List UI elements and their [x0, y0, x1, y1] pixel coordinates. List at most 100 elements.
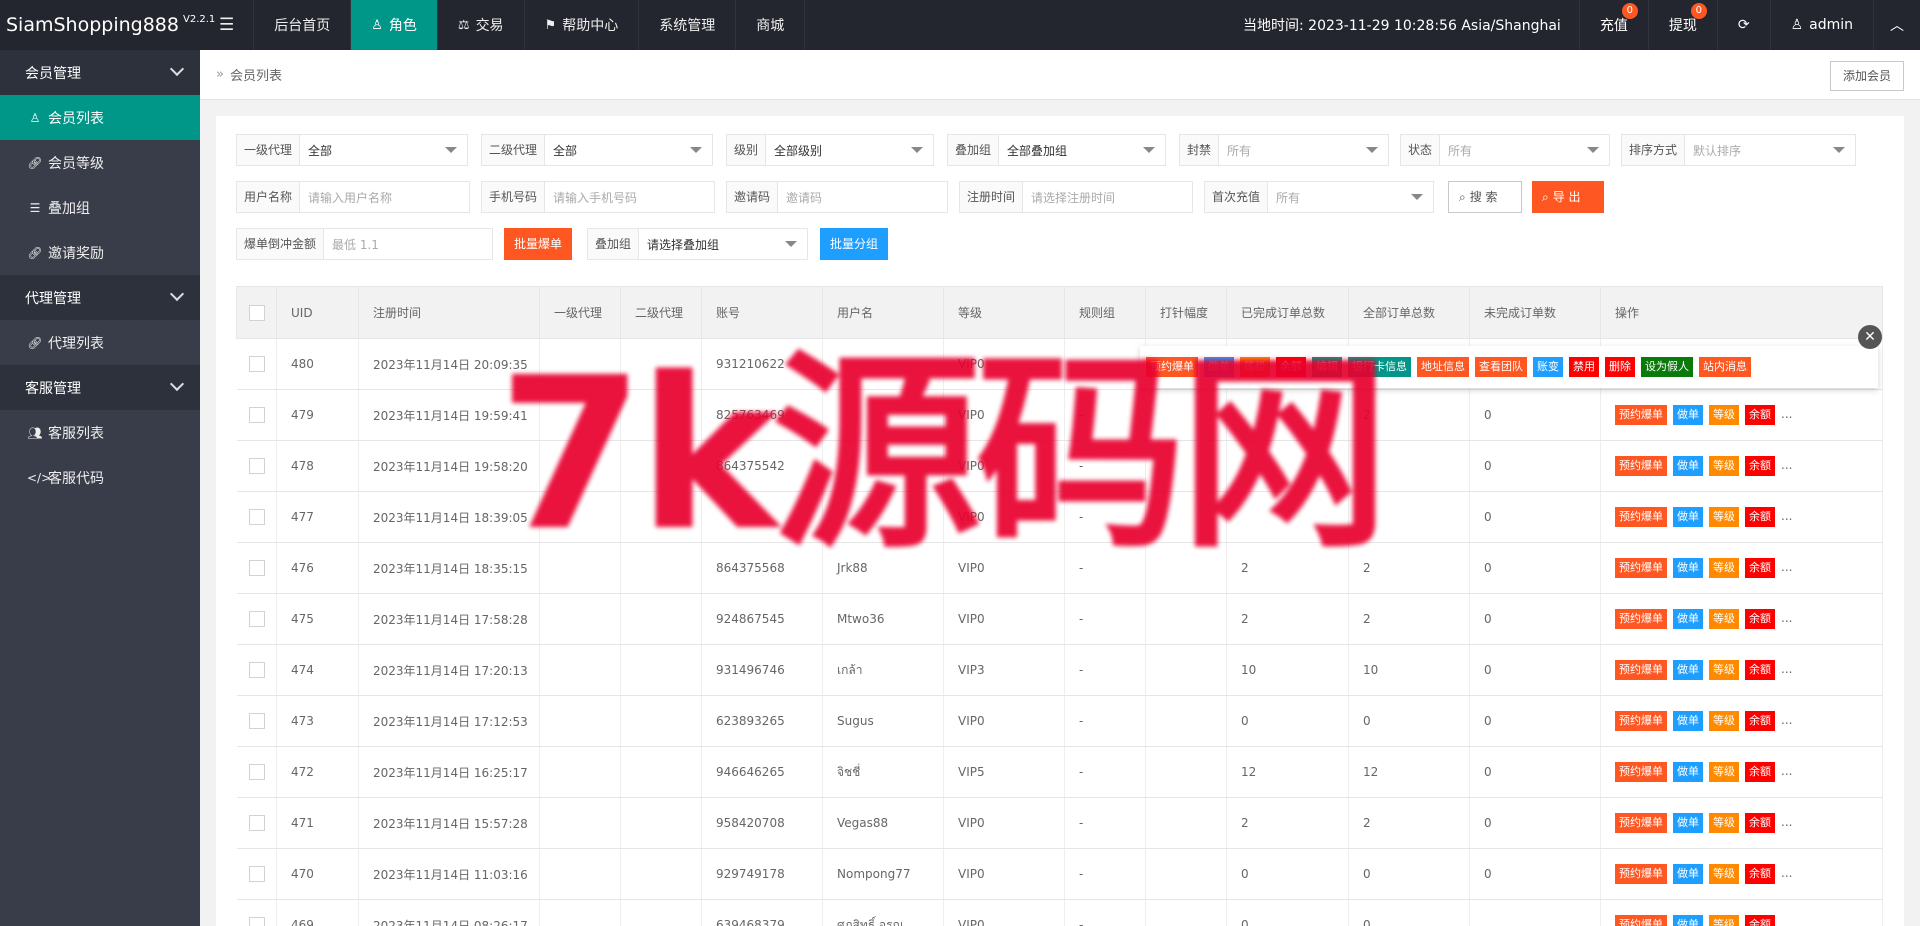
balance-button[interactable]: 余额: [1745, 813, 1775, 833]
level-button[interactable]: 等级: [1709, 609, 1739, 629]
make-order-button[interactable]: 做单: [1673, 813, 1703, 833]
collapse-icon[interactable]: ︿: [1873, 0, 1920, 50]
reserve-burst-button[interactable]: 预约爆单: [1615, 405, 1667, 425]
agent2-select[interactable]: 二级代理 全部: [481, 134, 713, 166]
more-actions-icon[interactable]: ...: [1781, 407, 1792, 421]
more-actions-icon[interactable]: ...: [1781, 458, 1792, 472]
row-checkbox[interactable]: [236, 695, 277, 747]
level-button[interactable]: 等级: [1709, 711, 1739, 731]
recharge-link[interactable]: 充值 0: [1578, 0, 1648, 50]
row-checkbox[interactable]: [236, 644, 277, 696]
reserve-burst-button[interactable]: 预约爆单: [1615, 711, 1667, 731]
balance-button[interactable]: 余额: [1745, 456, 1775, 476]
export-button[interactable]: ⌕ 导 出: [1532, 181, 1604, 213]
delete-button[interactable]: 删除: [1605, 357, 1635, 377]
make-order-button[interactable]: 做单: [1673, 507, 1703, 527]
make-order-button[interactable]: 做单: [1673, 609, 1703, 629]
more-actions-icon[interactable]: ...: [1781, 866, 1792, 880]
sort-select[interactable]: 排序方式 默认排序: [1621, 134, 1856, 166]
register-time-input[interactable]: 注册时间 请选择注册时间: [959, 181, 1193, 213]
message-button[interactable]: 站内消息: [1699, 357, 1751, 377]
nav-trade[interactable]: ⚖ 交易: [438, 0, 525, 50]
sidebar-item-support-list[interactable]: 👥︎ 客服列表: [0, 410, 200, 455]
make-order-button[interactable]: 做单: [1673, 915, 1703, 926]
row-checkbox[interactable]: [236, 848, 277, 900]
level-button[interactable]: 等级: [1709, 762, 1739, 782]
reserve-burst-button[interactable]: 预约爆单: [1615, 507, 1667, 527]
level-button[interactable]: 等级: [1709, 456, 1739, 476]
make-order-button[interactable]: 做单: [1673, 711, 1703, 731]
level-button[interactable]: 等级: [1709, 660, 1739, 680]
level-button[interactable]: 等级: [1709, 507, 1739, 527]
sidebar-group-support[interactable]: 客服管理: [0, 365, 200, 410]
balance-button[interactable]: 余额: [1745, 507, 1775, 527]
balance-button[interactable]: 余额: [1745, 609, 1775, 629]
level-button[interactable]: 等级: [1709, 864, 1739, 884]
more-actions-icon[interactable]: ...: [1781, 917, 1792, 926]
row-checkbox[interactable]: [236, 797, 277, 849]
row-checkbox[interactable]: [236, 491, 277, 543]
sidebar-item-support-code[interactable]: </> 客服代码: [0, 455, 200, 500]
add-member-button[interactable]: 添加会员: [1829, 61, 1904, 91]
make-order-button[interactable]: 做单: [1673, 762, 1703, 782]
withdraw-link[interactable]: 提现 0: [1647, 0, 1717, 50]
balance-change-button[interactable]: 账变: [1533, 357, 1563, 377]
nav-system[interactable]: 系统管理: [639, 0, 737, 50]
batch-group-button[interactable]: 批量分组: [820, 228, 889, 260]
reserve-burst-button[interactable]: 预约爆单: [1615, 609, 1667, 629]
sidebar-item-member-list[interactable]: ♙ 会员列表: [0, 95, 200, 140]
sidebar-item-stack-group[interactable]: ☰ 叠加组: [0, 185, 200, 230]
ban-select[interactable]: 封禁 所有: [1179, 134, 1389, 166]
make-order-button[interactable]: 做单: [1673, 456, 1703, 476]
more-actions-icon[interactable]: ...: [1781, 662, 1792, 676]
balance-button[interactable]: 余额: [1745, 660, 1775, 680]
reserve-burst-button[interactable]: 预约爆单: [1615, 864, 1667, 884]
brand-logo[interactable]: SiamShopping888 V2.2.1: [0, 0, 215, 50]
disable-button[interactable]: 禁用: [1569, 357, 1599, 377]
more-actions-icon[interactable]: ...: [1781, 611, 1792, 625]
row-checkbox[interactable]: [236, 542, 277, 594]
make-order-button[interactable]: 做单: [1673, 405, 1703, 425]
select-all-checkbox[interactable]: [236, 286, 277, 339]
offset-amount-input[interactable]: 爆单倒冲金额 最低 1.1: [236, 228, 493, 260]
balance-button[interactable]: 余额: [1745, 915, 1775, 926]
make-order-button[interactable]: 做单: [1673, 864, 1703, 884]
level-button[interactable]: 等级: [1709, 813, 1739, 833]
status-select[interactable]: 状态 所有: [1400, 134, 1610, 166]
row-checkbox[interactable]: [236, 338, 277, 390]
batch-burst-button[interactable]: 批量爆单: [504, 228, 573, 260]
col-uid[interactable]: UID: [276, 286, 359, 339]
reserve-burst-button[interactable]: 预约爆单: [1615, 456, 1667, 476]
balance-button[interactable]: 余额: [1745, 405, 1775, 425]
group-assign-select[interactable]: 叠加组 请选择叠加组: [587, 228, 808, 260]
username-input[interactable]: 用户名称 请输入用户名称: [236, 181, 470, 213]
reserve-burst-button[interactable]: 预约爆单: [1615, 915, 1667, 926]
refresh-icon[interactable]: ⟳: [1716, 0, 1770, 50]
make-order-button[interactable]: 做单: [1673, 558, 1703, 578]
balance-button[interactable]: 余额: [1745, 864, 1775, 884]
nav-roles[interactable]: ♙ 角色: [351, 0, 438, 50]
user-menu[interactable]: ♙ admin: [1769, 0, 1873, 50]
make-order-button[interactable]: 做单: [1673, 660, 1703, 680]
menu-toggle-icon[interactable]: ☰: [200, 0, 255, 50]
more-actions-icon[interactable]: ...: [1781, 815, 1792, 829]
nav-help[interactable]: ⚑ 帮助中心: [525, 0, 640, 50]
balance-button[interactable]: 余额: [1745, 711, 1775, 731]
more-actions-icon[interactable]: ...: [1781, 764, 1792, 778]
nav-mall[interactable]: 商城: [736, 0, 806, 50]
level-button[interactable]: 等级: [1709, 405, 1739, 425]
reserve-burst-button[interactable]: 预约爆单: [1615, 660, 1667, 680]
more-actions-icon[interactable]: ...: [1781, 509, 1792, 523]
nav-dashboard[interactable]: 后台首页: [254, 0, 352, 50]
row-checkbox[interactable]: [236, 389, 277, 441]
reserve-burst-button[interactable]: 预约爆单: [1615, 813, 1667, 833]
close-icon[interactable]: ✕: [1858, 325, 1882, 349]
more-actions-icon[interactable]: ...: [1781, 713, 1792, 727]
row-checkbox[interactable]: [236, 899, 277, 926]
level-select[interactable]: 级别 全部级别: [726, 134, 934, 166]
sidebar-item-agent-list[interactable]: 🔗︎ 代理列表: [0, 320, 200, 365]
sidebar-item-invite-reward[interactable]: 🔗︎ 邀请奖励: [0, 230, 200, 275]
agent1-select[interactable]: 一级代理 全部: [236, 134, 468, 166]
invite-code-input[interactable]: 邀请码 邀请码: [726, 181, 948, 213]
reserve-burst-button[interactable]: 预约爆单: [1615, 762, 1667, 782]
